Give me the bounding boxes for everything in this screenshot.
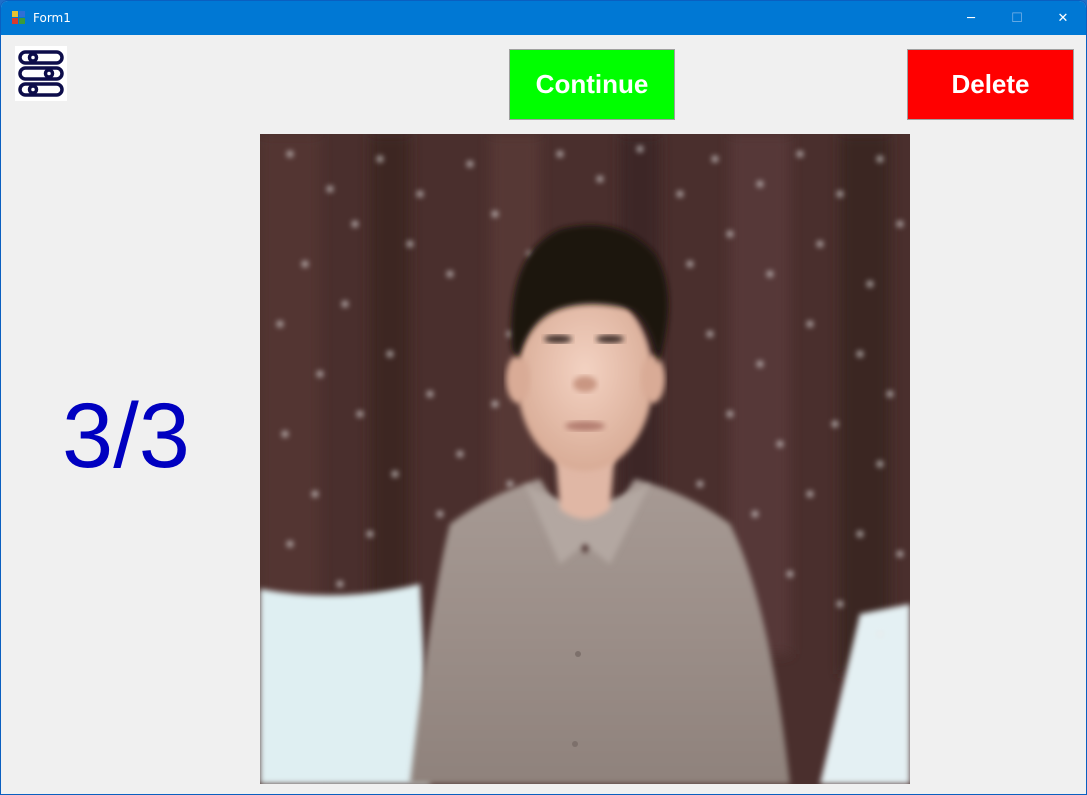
title-bar[interactable]: Form1 ─ ☐ ✕ — [1, 1, 1086, 35]
main-window: Form1 ─ ☐ ✕ Continue Delete 3/3 — [0, 0, 1087, 795]
delete-button[interactable]: Delete — [907, 49, 1074, 120]
window-controls: ─ ☐ ✕ — [948, 1, 1086, 35]
window-title: Form1 — [33, 11, 71, 25]
close-button[interactable]: ✕ — [1040, 1, 1086, 35]
maximize-button[interactable]: ☐ — [994, 1, 1040, 35]
settings-sliders-icon[interactable] — [15, 46, 67, 101]
webcam-photo — [260, 134, 910, 784]
minimize-button[interactable]: ─ — [948, 1, 994, 35]
continue-button[interactable]: Continue — [509, 49, 675, 120]
app-icon — [12, 11, 26, 25]
photo-counter: 3/3 — [62, 385, 190, 487]
